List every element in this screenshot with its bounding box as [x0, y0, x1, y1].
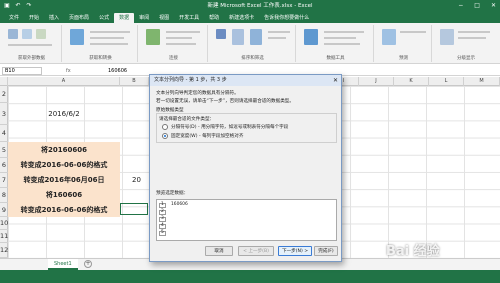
tab-help[interactable]: 帮助: [204, 13, 224, 23]
ribbon-group-connections: 连接: [140, 25, 208, 62]
delimited-radio[interactable]: [162, 124, 168, 130]
group-icon[interactable]: [440, 29, 454, 45]
tab-insert[interactable]: 插入: [44, 13, 64, 23]
row-header[interactable]: 7: [0, 173, 8, 188]
cell-r7-c[interactable]: 20: [132, 173, 148, 188]
tab-developer[interactable]: 开发工具: [174, 13, 204, 23]
what-if-icon[interactable]: [382, 29, 396, 45]
dialog-intro-1: 文本分列向导判定您的数据具有分隔符。: [156, 91, 239, 96]
ribbon-tabs: 文件 开始 插入 页面布局 公式 数据 审阅 视图 开发工具 帮助 新建选项卡 …: [0, 12, 500, 23]
ribbon-group-get-transform: 获取和转换: [64, 25, 138, 62]
row-header[interactable]: 3: [0, 103, 8, 125]
row-header[interactable]: 12: [0, 243, 8, 258]
window-title: 新建 Microsoft Excel 工作表.xlsx - Excel: [207, 3, 313, 9]
redo-icon[interactable]: ↷: [26, 0, 32, 12]
row-header[interactable]: 6: [0, 158, 8, 173]
ribbon-group-external-data: 获取外部数据: [2, 25, 62, 62]
tab-page-layout[interactable]: 页面布局: [64, 13, 94, 23]
preview-label: 预览选定数据：: [156, 191, 189, 196]
formula-input[interactable]: 160606: [108, 66, 127, 76]
ribbon-group-sort-filter: 排序和筛选: [210, 25, 296, 62]
row-header[interactable]: 10: [0, 217, 8, 230]
cell-r9[interactable]: 将160606: [8, 188, 120, 203]
ribbon: 获取外部数据 获取和转换 连接 排序和筛选 数据工具 预测 分级显示: [0, 23, 500, 64]
fx-icon[interactable]: fx: [66, 66, 71, 76]
window-controls: − □ ✕: [458, 0, 496, 12]
title-bar: ▣ ↶ ↷ 新建 Microsoft Excel 工作表.xlsx - Exce…: [0, 0, 500, 12]
undo-icon[interactable]: ↶: [15, 0, 21, 12]
row-header[interactable]: 4: [0, 125, 8, 142]
tab-review[interactable]: 审阅: [134, 13, 154, 23]
dialog-title: 文本分列向导 - 第 1 步，共 3 步 ✕: [150, 75, 341, 86]
column-header[interactable]: A: [8, 77, 120, 86]
minimize-button[interactable]: −: [458, 0, 463, 12]
text-to-columns-dialog: 文本分列向导 - 第 1 步，共 3 步 ✕ 文本分列向导判定您的数据具有分隔符…: [149, 74, 342, 262]
new-query-icon[interactable]: [70, 29, 84, 45]
ribbon-group-data-tools: 数据工具: [298, 25, 374, 62]
access-icon[interactable]: [8, 29, 18, 39]
sort-dialog-icon[interactable]: [232, 29, 244, 45]
sort-icon[interactable]: [216, 29, 226, 39]
row-header[interactable]: 9: [0, 203, 8, 217]
maximize-button[interactable]: □: [474, 0, 480, 12]
cancel-button[interactable]: 取消: [205, 246, 233, 256]
data-preview[interactable]: 1 160606 2 3 4 5: [156, 199, 337, 241]
status-bar: [0, 270, 500, 283]
selected-cell[interactable]: [120, 203, 148, 215]
tab-data[interactable]: 数据: [114, 13, 135, 23]
column-header[interactable]: B: [120, 77, 149, 86]
finish-button[interactable]: 完成(F): [314, 246, 338, 256]
quick-access-toolbar: ▣ ↶ ↷: [4, 0, 32, 12]
tab-home[interactable]: 开始: [24, 13, 44, 23]
cell-r7[interactable]: 转变成2016年06月06日: [8, 173, 120, 188]
save-icon[interactable]: ▣: [4, 0, 10, 12]
cell-r5[interactable]: 将20160606: [8, 142, 120, 158]
delimited-label[interactable]: 分隔符号(D) - 用分隔字符，如逗号或制表符分隔每个字段: [171, 124, 288, 130]
web-icon[interactable]: [22, 29, 32, 39]
name-box[interactable]: B10: [2, 67, 42, 75]
text-import-icon[interactable]: [36, 29, 46, 39]
column-header[interactable]: M: [464, 77, 500, 86]
filter-icon[interactable]: [250, 29, 262, 45]
tab-file[interactable]: 文件: [4, 13, 24, 23]
row-header[interactable]: 8: [0, 188, 8, 203]
watermark: Bai 经验: [386, 244, 440, 259]
ribbon-group-forecast: 预测: [376, 25, 432, 62]
sheet-tab-sheet1[interactable]: Sheet1: [48, 259, 78, 270]
add-sheet-button[interactable]: +: [84, 260, 92, 268]
column-header[interactable]: L: [429, 77, 464, 86]
row-header[interactable]: 5: [0, 142, 8, 158]
back-button[interactable]: < 上一步(B): [238, 246, 274, 256]
cell-date[interactable]: 2016/6/2: [8, 103, 120, 125]
row-header[interactable]: 2: [0, 86, 8, 103]
column-header[interactable]: K: [394, 77, 429, 86]
tab-new[interactable]: 新建选项卡: [224, 13, 259, 23]
fixed-width-label[interactable]: 固定宽度(W) - 每列字段加空格对齐: [171, 133, 243, 139]
refresh-all-icon[interactable]: [146, 29, 160, 45]
row-headers: 2 3 4 5 6 7 8 9 10 11 12: [0, 86, 8, 258]
dialog-close-icon[interactable]: ✕: [333, 75, 338, 86]
dialog-intro-2: 若一切设置无误，请单击“下一步”，否则请选择最合适的数据类型。: [156, 99, 294, 104]
next-button[interactable]: 下一步(N) >: [278, 246, 312, 256]
choose-label: 请选择最合适的文件类型：: [159, 117, 215, 122]
fixed-width-radio[interactable]: [162, 133, 168, 139]
select-all-corner[interactable]: [0, 77, 8, 86]
cell-r10[interactable]: 转变成2016-06-06的格式: [8, 203, 120, 217]
tab-view[interactable]: 视图: [154, 13, 174, 23]
excel-window: ▣ ↶ ↷ 新建 Microsoft Excel 工作表.xlsx - Exce…: [0, 0, 500, 283]
tab-formulas[interactable]: 公式: [94, 13, 114, 23]
column-header[interactable]: J: [359, 77, 394, 86]
ribbon-group-outline: 分级显示: [434, 25, 498, 62]
tell-me-search[interactable]: 告诉我你想要做什么: [259, 13, 314, 23]
preview-value: 160606: [171, 202, 188, 207]
text-to-columns-icon[interactable]: [304, 29, 318, 45]
cell-r6[interactable]: 转变成2016-06-06的格式: [8, 158, 120, 173]
close-window-button[interactable]: ✕: [491, 0, 496, 12]
row-header[interactable]: 11: [0, 230, 8, 243]
